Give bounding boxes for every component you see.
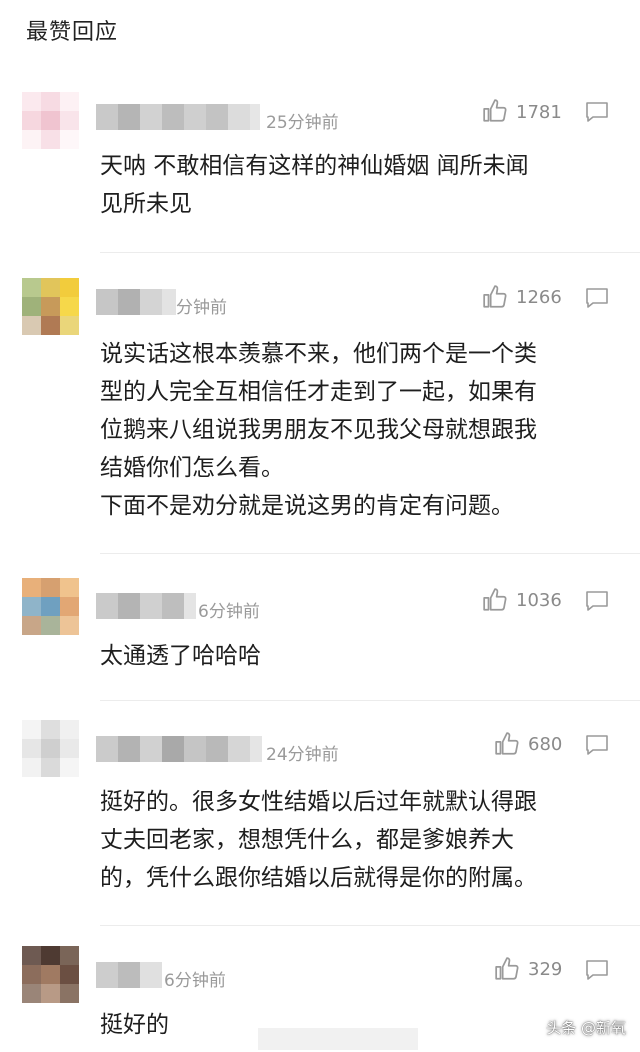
comment-time: 6分钟前: [198, 602, 260, 622]
divider: [100, 252, 640, 253]
avatar[interactable]: [22, 946, 80, 1004]
like-count: 1266: [516, 287, 562, 308]
username-blurred[interactable]: [96, 962, 162, 988]
comment-bubble-icon[interactable]: [584, 286, 610, 310]
thumbs-up-icon[interactable]: [482, 98, 508, 124]
comment-text: 天呐 不敢相信有这样的神仙婚姻 闻所未闻 见所未见: [100, 153, 529, 217]
avatar[interactable]: [22, 720, 80, 778]
avatar[interactable]: [22, 278, 80, 336]
like-count: 329: [528, 959, 563, 980]
comment-bubble-icon[interactable]: [584, 589, 610, 613]
comment-time: 分钟前: [176, 298, 227, 318]
avatar[interactable]: [22, 578, 80, 636]
comment-bubble-icon[interactable]: [584, 958, 610, 982]
watermark: 头条 @新氧: [546, 1019, 626, 1037]
comment-time: 25分钟前: [266, 113, 339, 133]
comment-text: 挺好的。很多女性结婚以后过年就默认得跟 丈夫回老家，想想凭什么，都是爹娘养大 的…: [100, 789, 537, 891]
username-blurred[interactable]: [96, 736, 262, 762]
comment-text: 说实话这根本羡慕不来，他们两个是一个类 型的人完全互相信任才走到了一起，如果有 …: [100, 341, 537, 519]
thumbs-up-icon[interactable]: [494, 731, 520, 757]
divider: [100, 553, 640, 554]
comment-time: 24分钟前: [266, 745, 339, 765]
like-count: 1036: [516, 590, 562, 611]
comment-text: 太通透了哈哈哈: [100, 643, 261, 669]
comment-time: 6分钟前: [164, 971, 226, 991]
username-blurred[interactable]: [96, 104, 260, 130]
avatar[interactable]: [22, 92, 80, 150]
thumbs-up-icon[interactable]: [494, 956, 520, 982]
thumbs-up-icon[interactable]: [482, 284, 508, 310]
divider: [100, 925, 640, 926]
section-title: 最赞回应: [26, 20, 119, 45]
username-blurred[interactable]: [96, 593, 196, 619]
username-blurred[interactable]: [96, 289, 176, 315]
comment-bubble-icon[interactable]: [584, 733, 610, 757]
like-count: 680: [528, 734, 563, 755]
divider: [100, 700, 640, 701]
comment-bubble-icon[interactable]: [584, 100, 610, 124]
blurred-region: [258, 1028, 418, 1050]
like-count: 1781: [516, 102, 562, 123]
thumbs-up-icon[interactable]: [482, 587, 508, 613]
